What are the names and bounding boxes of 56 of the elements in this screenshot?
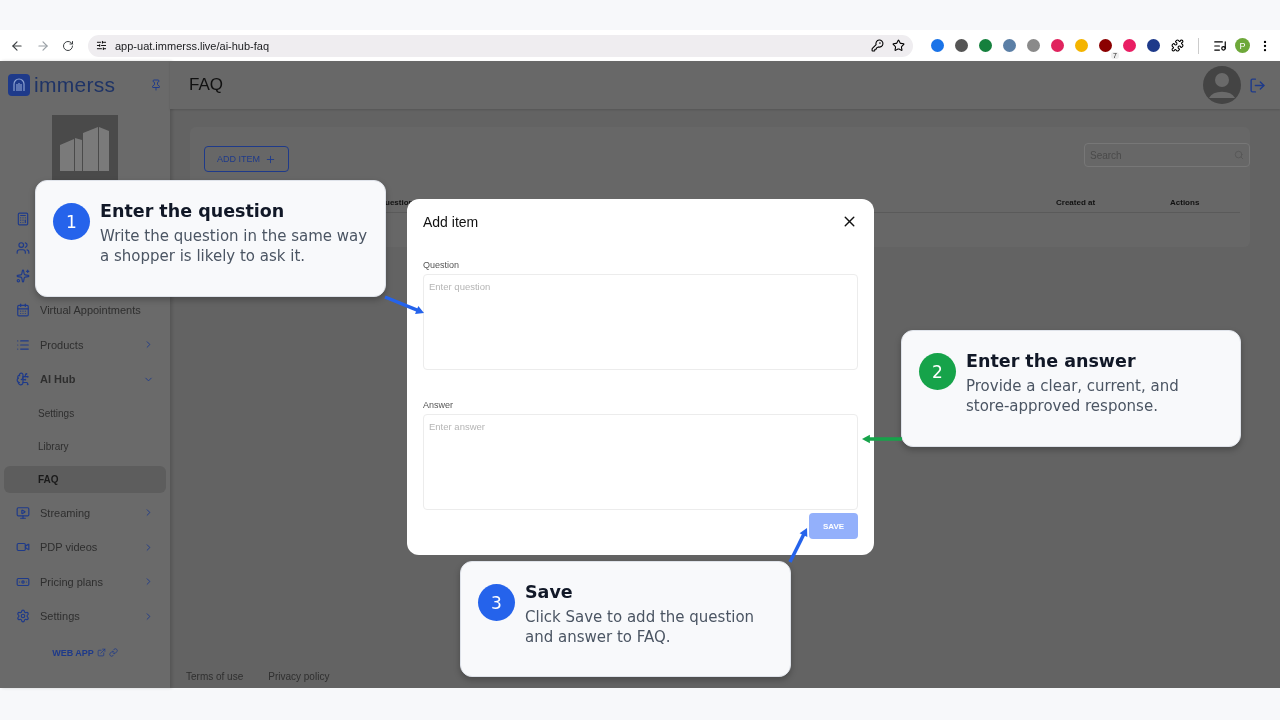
profile-avatar[interactable]: P [1235, 38, 1250, 53]
step-number: 3 [478, 584, 515, 621]
sidebar-item[interactable]: Products [4, 333, 166, 356]
extension-icon[interactable] [955, 39, 968, 52]
callout-text: Write the question in the same way a shopper is likely to ask it. [100, 227, 369, 266]
arrow [788, 528, 808, 563]
callout-text: Click Save to add the question and answer to FAQ. [525, 608, 756, 647]
step-number: 1 [53, 203, 90, 240]
sidebar-item[interactable]: AI Hub [4, 368, 166, 391]
callout-title: Enter the question [100, 201, 286, 221]
sidebar-item[interactable]: Pricing plans [4, 570, 166, 593]
store-logo-icon [52, 115, 118, 181]
extension-icon[interactable] [1051, 39, 1064, 52]
sidebar-subitem[interactable]: Library [4, 432, 166, 460]
step-number: 2 [919, 353, 956, 390]
brain-icon [16, 372, 30, 387]
extension-icon[interactable] [1099, 39, 1112, 52]
text-area[interactable]: Enter answer [423, 414, 858, 510]
brand-name: immerss [34, 73, 117, 97]
sidebar-item[interactable]: PDP videos [4, 536, 166, 559]
text-area[interactable]: Enter question [423, 274, 858, 370]
logo-icon [8, 74, 30, 96]
list-icon [16, 337, 30, 352]
callout-title: Enter the answer [966, 351, 1137, 371]
arrow [384, 295, 424, 314]
sidebar-subitem[interactable]: Settings [4, 399, 166, 427]
sidebar-item[interactable]: Streaming [4, 501, 166, 524]
extension-icon[interactable] [1147, 39, 1160, 52]
column-header: Actions [1170, 197, 1201, 207]
key-icon[interactable] [871, 39, 884, 52]
extension-icon[interactable] [1123, 39, 1136, 52]
callout-title: Save [525, 582, 574, 602]
callout-text: Provide a clear, current, and store-approved response. [966, 377, 1180, 416]
sidebar-subitem[interactable]: FAQ [4, 465, 166, 493]
sidebar-item[interactable]: Virtual Appointments [4, 299, 166, 322]
star-icon[interactable] [16, 268, 30, 283]
bookmark-star-icon[interactable] [892, 39, 905, 52]
extension-icon[interactable] [931, 39, 944, 52]
arrow [862, 434, 902, 444]
field-label: Question [423, 260, 461, 270]
sidebar-item[interactable]: Settings [4, 605, 166, 628]
calendar-icon [16, 303, 30, 318]
media-icon[interactable] [1213, 38, 1227, 53]
settings-icon [16, 609, 30, 624]
add-item-button[interactable]: ADD ITEM [204, 146, 289, 172]
field-label: Answer [423, 400, 454, 410]
address-bar[interactable]: app-uat.immerss.live/ai-hub-faq [88, 34, 913, 57]
site-settings-icon[interactable] [96, 40, 107, 51]
extension-icon[interactable] [979, 39, 992, 52]
extensions-icon[interactable] [1171, 39, 1184, 52]
column-header: Created at [1056, 197, 1097, 207]
monitor-icon [16, 505, 30, 520]
web-app-link[interactable]: WEB APP [52, 647, 94, 658]
dialog-title: Add item [423, 213, 479, 230]
page-title: FAQ [189, 75, 224, 95]
plus-icon [265, 153, 276, 165]
